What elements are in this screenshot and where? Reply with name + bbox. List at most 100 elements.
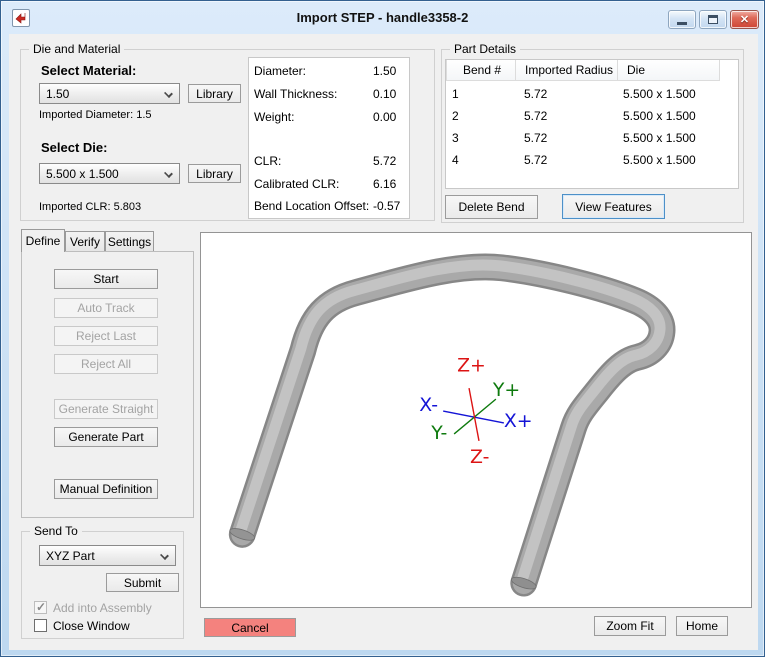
- detail-row: Calibrated CLR: 6.16: [249, 177, 409, 193]
- bend-table: Bend # Imported Radius Die 1 5.72 5.500 …: [445, 59, 739, 189]
- cell-die: 5.500 x 1.500: [623, 131, 696, 145]
- axis-label-y-minus: Y-: [430, 422, 447, 444]
- chevron-down-icon: [164, 169, 173, 178]
- die-combobox[interactable]: 5.500 x 1.500: [39, 163, 180, 184]
- generate-part-button-label: Generate Part: [68, 430, 144, 444]
- detail-value: 1.50: [373, 64, 397, 78]
- cell-imported-radius: 5.72: [524, 131, 548, 145]
- close-icon: ✕: [739, 14, 750, 26]
- detail-label: Calibrated CLR:: [254, 177, 340, 191]
- manual-definition-button[interactable]: Manual Definition: [54, 479, 158, 499]
- delete-bend-button[interactable]: Delete Bend: [445, 195, 538, 219]
- tab-settings[interactable]: Settings: [105, 231, 154, 252]
- die-and-material-group-label: Die and Material: [29, 42, 125, 56]
- view-features-button[interactable]: View Features: [562, 194, 665, 219]
- bend-table-header: Bend # Imported Radius Die: [446, 60, 720, 81]
- close-button[interactable]: ✕: [730, 10, 759, 29]
- axis-label-x-minus: X-: [419, 394, 438, 416]
- minimize-button[interactable]: [668, 10, 696, 29]
- detail-value: 0.10: [373, 87, 397, 101]
- select-die-label: Select Die:: [41, 140, 108, 155]
- home-button[interactable]: Home: [676, 616, 728, 636]
- send-to-combobox[interactable]: XYZ Part: [39, 545, 176, 566]
- cancel-button-label: Cancel: [231, 620, 269, 635]
- maximize-icon: [708, 15, 718, 24]
- detail-label: Diameter:: [254, 64, 307, 78]
- detail-row: CLR: 5.72: [249, 154, 409, 170]
- imported-clr-text: Imported CLR: 5.803: [39, 201, 142, 213]
- die-library-button[interactable]: Library: [188, 164, 241, 183]
- cell-imported-radius: 5.72: [524, 87, 548, 101]
- detail-value: 0.00: [373, 110, 397, 124]
- tube-path: [228, 253, 676, 597]
- material-combobox[interactable]: 1.50: [39, 83, 180, 104]
- reject-all-button-label: Reject All: [80, 357, 132, 371]
- part-details-group-label: Part Details: [450, 42, 521, 56]
- column-header-label: Bend #: [463, 63, 502, 77]
- generate-part-button[interactable]: Generate Part: [54, 427, 158, 447]
- detail-label: Weight:: [254, 110, 295, 124]
- chevron-down-icon: [164, 89, 173, 98]
- reject-all-button[interactable]: Reject All: [54, 354, 158, 374]
- tube-3d-model: Z+ Y+ X- X+ Y- Z-: [228, 253, 676, 597]
- table-row[interactable]: 2 5.72 5.500 x 1.500: [446, 105, 738, 127]
- cell-die: 5.500 x 1.500: [623, 87, 696, 101]
- close-window-label: Close Window: [53, 619, 130, 633]
- cell-imported-radius: 5.72: [524, 109, 548, 123]
- detail-label: CLR:: [254, 154, 282, 168]
- material-combobox-value: 1.50: [46, 86, 70, 101]
- add-into-assembly-checkbox[interactable]: [34, 600, 47, 614]
- detail-row: Diameter: 1.50: [249, 64, 409, 80]
- table-row[interactable]: 4 5.72 5.500 x 1.500: [446, 149, 738, 171]
- cell-bend-number: 1: [452, 87, 459, 101]
- column-header-label: Die: [627, 63, 646, 77]
- close-window-checkbox[interactable]: [34, 619, 47, 632]
- home-button-label: Home: [685, 619, 718, 633]
- zoom-fit-button-label: Zoom Fit: [606, 619, 654, 633]
- detail-row: Bend Location Offset: -0.57: [249, 199, 409, 215]
- tab-define-label: Define: [25, 234, 61, 248]
- select-material-label: Select Material:: [41, 63, 137, 78]
- table-row[interactable]: 3 5.72 5.500 x 1.500: [446, 127, 738, 149]
- view-features-button-label: View Features: [575, 199, 652, 214]
- maximize-button[interactable]: [699, 10, 727, 29]
- detail-value: 6.16: [373, 177, 397, 191]
- detail-row: Wall Thickness: 0.10: [249, 87, 409, 103]
- generate-straight-button[interactable]: Generate Straight: [54, 399, 158, 419]
- manual-definition-button-label: Manual Definition: [59, 482, 153, 496]
- tab-verify[interactable]: Verify: [65, 231, 105, 252]
- add-into-assembly-label: Add into Assembly: [53, 601, 152, 615]
- viewport-3d[interactable]: Z+ Y+ X- X+ Y- Z-: [200, 232, 752, 608]
- detail-row: Weight: 0.00: [249, 110, 409, 126]
- axis-triad: Z+ Y+ X- X+ Y- Z-: [419, 354, 532, 468]
- minimize-icon: [677, 21, 687, 25]
- column-header-imported-radius[interactable]: Imported Radius: [516, 60, 618, 81]
- send-to-combobox-value: XYZ Part: [46, 548, 95, 563]
- tab-define[interactable]: Define: [21, 229, 65, 252]
- generate-straight-button-label: Generate Straight: [58, 402, 154, 416]
- auto-track-button[interactable]: Auto Track: [54, 298, 158, 318]
- cancel-button[interactable]: Cancel: [204, 618, 296, 637]
- window-title: Import STEP - handle3358-2: [296, 10, 469, 25]
- column-header-bend[interactable]: Bend #: [446, 60, 516, 81]
- column-header-die[interactable]: Die: [618, 60, 720, 81]
- material-library-button[interactable]: Library: [188, 84, 241, 103]
- axis-label-z-plus: Z+: [457, 354, 486, 376]
- table-row[interactable]: 1 5.72 5.500 x 1.500: [446, 83, 738, 105]
- start-button[interactable]: Start: [54, 269, 158, 289]
- detail-label: Bend Location Offset:: [254, 199, 370, 213]
- reject-last-button[interactable]: Reject Last: [54, 326, 158, 346]
- auto-track-button-label: Auto Track: [77, 301, 135, 315]
- reject-last-button-label: Reject Last: [75, 329, 137, 343]
- axis-label-z-minus: Z-: [470, 446, 489, 468]
- material-library-button-label: Library: [196, 86, 233, 101]
- title-bar[interactable]: Import STEP - handle3358-2 ✕: [1, 1, 764, 34]
- tab-settings-label: Settings: [107, 235, 152, 249]
- delete-bend-button-label: Delete Bend: [458, 200, 525, 214]
- submit-button[interactable]: Submit: [106, 573, 179, 592]
- zoom-fit-button[interactable]: Zoom Fit: [594, 616, 666, 636]
- cell-die: 5.500 x 1.500: [623, 153, 696, 167]
- column-header-label: Imported Radius: [525, 63, 614, 77]
- material-details-panel: Diameter: 1.50 Wall Thickness: 0.10 Weight…: [248, 57, 410, 219]
- start-button-label: Start: [93, 272, 119, 286]
